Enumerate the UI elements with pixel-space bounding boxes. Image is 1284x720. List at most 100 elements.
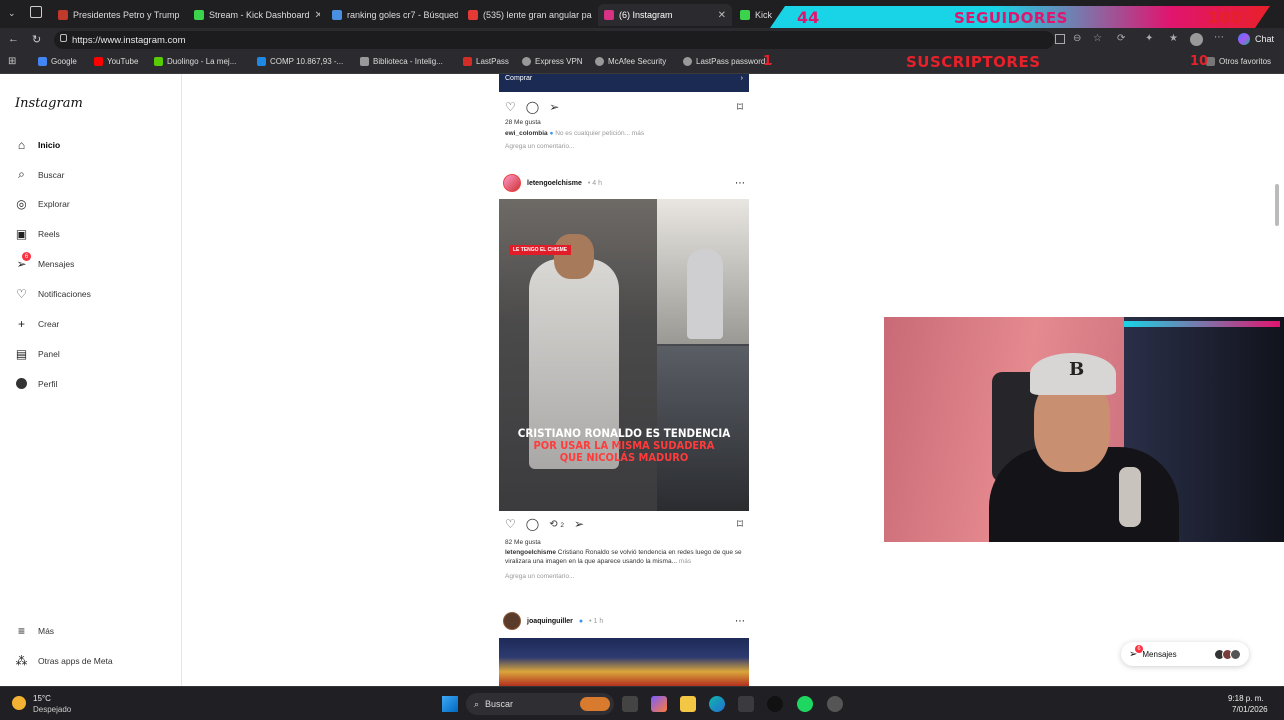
comment-icon[interactable]: ◯: [526, 517, 539, 531]
bookmark-duolingo[interactable]: Duolingo - La mej...: [154, 57, 236, 66]
share-icon[interactable]: ➢: [549, 100, 559, 114]
taskbar-search[interactable]: ⌕ Buscar: [466, 693, 614, 715]
buy-banner[interactable]: Comprar ›: [499, 74, 749, 92]
reload-icon[interactable]: ↻: [32, 33, 41, 46]
tab-kick-dashboard[interactable]: Stream - Kick Dashboard ✕: [188, 4, 320, 26]
likes-count[interactable]: 28 Me gusta: [499, 116, 749, 126]
back-icon[interactable]: ←: [8, 33, 19, 45]
tab-ranking-goles[interactable]: ranking goles cr7 - Búsqued ✕: [326, 4, 458, 26]
site-info-icon[interactable]: [60, 34, 67, 42]
clock-time[interactable]: 9:18 p. m.: [1228, 694, 1264, 703]
feed-post-2-header: letengoelchisme • 4 h ⋯: [499, 174, 749, 192]
tiktok-icon[interactable]: [767, 696, 783, 712]
bookmark-biblioteca[interactable]: Biblioteca - Intelig...: [360, 57, 443, 66]
more-options-icon[interactable]: ⋯: [735, 178, 745, 189]
clock-date[interactable]: 7/01/2026: [1232, 705, 1268, 714]
workspaces-icon[interactable]: [30, 6, 42, 18]
sidebar-item-crear[interactable]: + Crear: [15, 317, 59, 331]
more-menu-icon[interactable]: ⋯: [1214, 32, 1224, 43]
chat-label[interactable]: Chat: [1255, 34, 1274, 44]
post-3-image[interactable]: [499, 638, 749, 686]
comment-icon[interactable]: ◯: [526, 100, 539, 114]
avatar[interactable]: [503, 174, 521, 192]
sidebar-item-inicio[interactable]: ⌂ Inicio: [15, 137, 60, 152]
windows-start-icon[interactable]: [442, 696, 458, 712]
task-view-icon[interactable]: [622, 696, 638, 712]
instagram-logo[interactable]: Instagram: [15, 96, 83, 111]
close-icon[interactable]: ✕: [315, 10, 320, 21]
bookmark-lastpass[interactable]: LastPass: [463, 57, 509, 66]
home-icon: ⌂: [17, 137, 26, 152]
close-icon[interactable]: ✕: [718, 10, 726, 21]
tab-favicon: [332, 10, 342, 20]
caption-username[interactable]: letengoelchisme: [505, 549, 556, 556]
sidebar-item-mensajes[interactable]: ➢ 6 Mensajes: [15, 252, 74, 271]
edge-icon[interactable]: [709, 696, 725, 712]
tab-favicon: [468, 10, 478, 20]
copilot-app-icon[interactable]: [651, 696, 667, 712]
spotify-icon[interactable]: [797, 696, 813, 712]
tab-petro-trump[interactable]: Presidentes Petro y Trump ✕: [52, 4, 180, 26]
post-time: • 1 h: [589, 617, 604, 625]
reels-icon: ▣: [15, 226, 28, 241]
bookmarks-menu-icon[interactable]: ⊞: [8, 56, 16, 67]
url-bar[interactable]: https://www.instagram.com: [54, 31, 1054, 49]
bookmark-youtube[interactable]: YouTube: [94, 57, 138, 66]
tab-menu-icon[interactable]: ⌄: [8, 8, 16, 19]
post-username[interactable]: letengoelchisme: [527, 180, 582, 187]
bookmark-mcafee[interactable]: McAfee Security: [595, 57, 666, 66]
refresh-ext-icon[interactable]: ⟳: [1117, 33, 1125, 44]
messages-pill[interactable]: ➢ 6 Mensajes: [1121, 642, 1249, 666]
followers-goal: 100: [1208, 8, 1242, 27]
favorites-icon[interactable]: ★: [1169, 33, 1178, 44]
avatar[interactable]: [503, 612, 521, 630]
save-bookmark-icon[interactable]: ⌑: [737, 100, 743, 114]
sidebar-item-mas[interactable]: ≡ Más: [15, 624, 54, 638]
likes-count[interactable]: 82 Me gusta: [499, 533, 749, 546]
followers-label: SEGUIDORES: [954, 9, 1068, 27]
tab-instagram[interactable]: (6) Instagram ✕: [598, 4, 732, 26]
bookmark-expressvpn[interactable]: Express VPN: [522, 57, 583, 66]
favorite-star-icon[interactable]: ☆: [1093, 33, 1102, 44]
post-username[interactable]: joaquinguiller: [527, 618, 573, 625]
reader-icon[interactable]: [1055, 34, 1065, 44]
post-username[interactable]: ewi_colombia: [505, 130, 548, 137]
obs-icon[interactable]: [827, 696, 843, 712]
search-icon: ⌕: [474, 698, 480, 709]
sidebar-item-perfil[interactable]: Perfil: [15, 377, 57, 390]
bookmark-comp[interactable]: COMP 10.867,93 -...: [257, 57, 343, 66]
bookmark-lastpass-password[interactable]: LastPass password...: [683, 57, 772, 66]
more-options-icon[interactable]: ⋯: [735, 616, 745, 627]
subs-goal: 10: [1190, 54, 1209, 69]
share-icon[interactable]: ➢: [574, 517, 584, 531]
scrollbar-thumb[interactable]: [1275, 184, 1279, 226]
cap-logo: B: [1069, 359, 1085, 380]
repost-icon[interactable]: ⟲ 2: [549, 519, 564, 530]
extensions-icon[interactable]: ✦: [1145, 33, 1153, 44]
weather-icon[interactable]: [12, 696, 26, 710]
sidebar-item-reels[interactable]: ▣ Reels: [15, 226, 60, 241]
sidebar-item-buscar[interactable]: ⌕ Buscar: [15, 167, 64, 181]
post-image[interactable]: LE TENGO EL CHISME CRISTIANO RONALDO ES …: [499, 199, 749, 511]
sidebar-item-meta-apps[interactable]: ⁂ Otras apps de Meta: [15, 654, 113, 668]
other-favorites[interactable]: Otros favoritos: [1206, 57, 1271, 66]
bookmarks-bar: ⊞ Google YouTube Duolingo - La mej... CO…: [0, 52, 1284, 74]
save-bookmark-icon[interactable]: ⌑: [737, 517, 743, 531]
like-heart-icon[interactable]: ♡: [505, 517, 516, 531]
like-heart-icon[interactable]: ♡: [505, 100, 516, 114]
bookmark-google[interactable]: Google: [38, 57, 77, 66]
profile-avatar[interactable]: [1190, 33, 1203, 46]
sidebar-item-notificaciones[interactable]: ♡ Notificaciones: [15, 287, 91, 301]
caption-more-link[interactable]: más: [679, 558, 691, 565]
google-icon: [38, 57, 47, 66]
comment-input[interactable]: Agrega un comentario...: [499, 567, 749, 580]
zoom-icon[interactable]: ⊖: [1073, 33, 1081, 44]
tab-youtube[interactable]: (535) lente gran angular pa ✕: [462, 4, 596, 26]
file-explorer-icon[interactable]: [680, 696, 696, 712]
copilot-icon[interactable]: [1238, 33, 1250, 45]
weather-temp[interactable]: 15°C: [33, 694, 51, 703]
sidebar-item-explorar[interactable]: ◎ Explorar: [15, 197, 69, 211]
store-icon[interactable]: [738, 696, 754, 712]
sidebar-item-panel[interactable]: ▤ Panel: [15, 347, 60, 361]
comment-input[interactable]: Agrega un comentario...: [499, 137, 749, 150]
